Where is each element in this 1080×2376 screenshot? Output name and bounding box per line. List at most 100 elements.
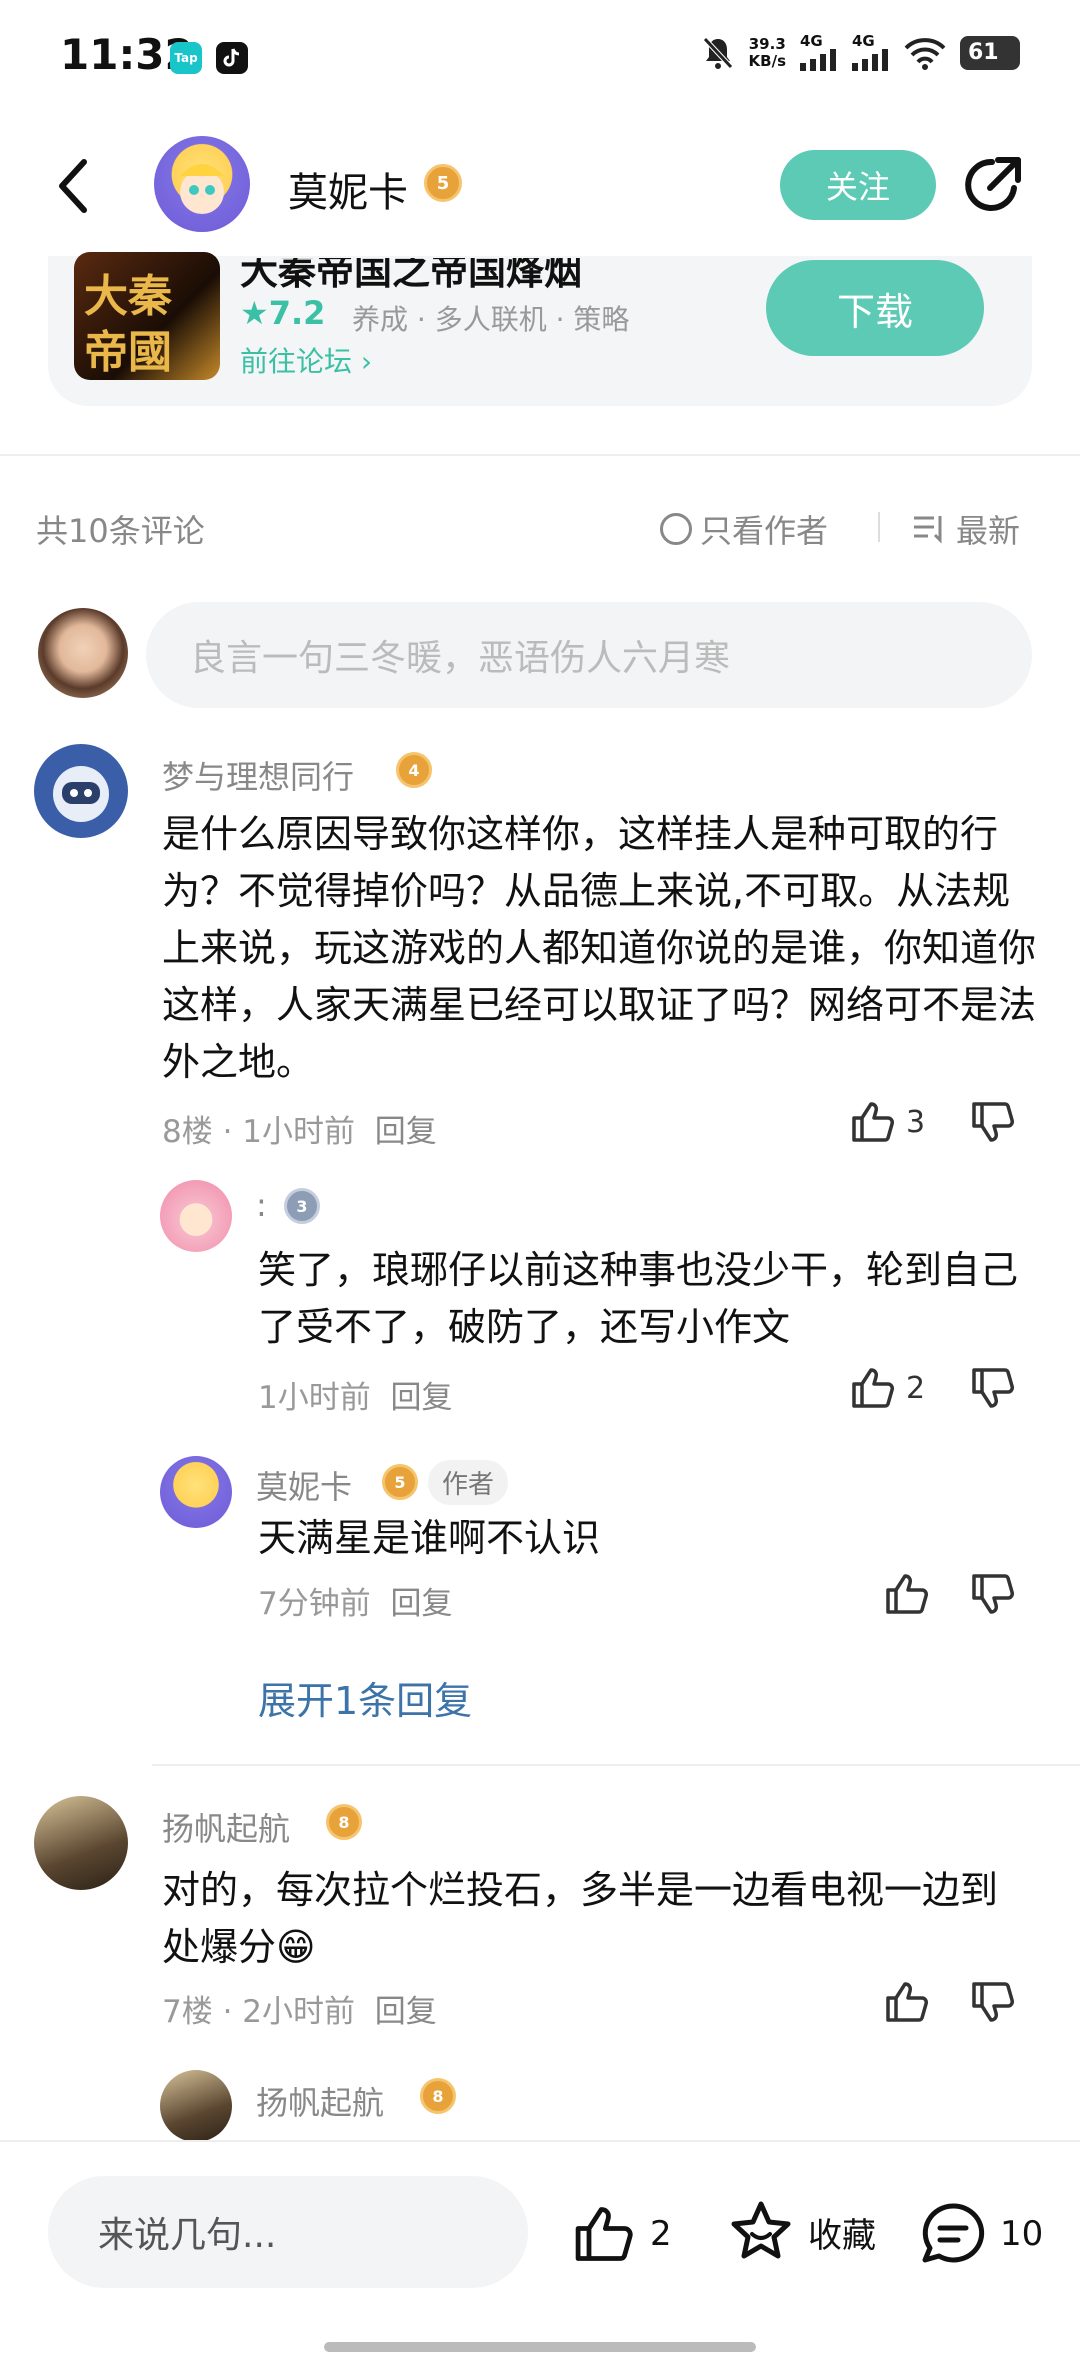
reply-button[interactable]: 回复	[375, 1114, 437, 1150]
reply-button[interactable]: 回复	[390, 1380, 452, 1416]
radio-icon	[660, 513, 692, 545]
sort-button[interactable]: 最新	[912, 506, 1020, 552]
commenter-avatar[interactable]	[34, 744, 128, 838]
level-badge-icon: 8	[420, 2078, 456, 2114]
comments-button[interactable]: 10	[920, 2202, 1043, 2266]
back-button[interactable]	[54, 156, 94, 220]
comment-input[interactable]: 良言一句三冬暖，恶语伤人六月寒	[146, 602, 1032, 708]
level-badge-icon: 8	[326, 1804, 362, 1840]
commenter-name[interactable]: 梦与理想同行	[162, 752, 354, 798]
game-tags: 养成 · 多人联机 · 策略	[352, 303, 630, 336]
thumbs-up-icon	[575, 2207, 633, 2261]
thumbs-down-icon	[972, 1982, 1014, 2022]
author-only-toggle[interactable]: 只看作者	[660, 506, 828, 552]
my-avatar[interactable]	[38, 608, 128, 698]
comment-time: 1小时前	[242, 1114, 356, 1150]
thumbs-up-icon	[852, 1102, 894, 1142]
dislike-button[interactable]	[970, 1980, 1016, 2024]
game-icon-text-2: 帝國	[84, 327, 172, 378]
favorite-label: 收藏	[808, 2215, 876, 2256]
signal-2-label: 4G	[852, 32, 875, 50]
reply-name[interactable]: :	[256, 1186, 267, 1224]
game-rating: ★7.2	[240, 294, 326, 332]
comment-time: 2小时前	[242, 1994, 356, 2030]
author-name[interactable]: 莫妮卡	[288, 160, 408, 218]
battery-icon: 61	[960, 35, 1020, 70]
dislike-button[interactable]	[970, 1100, 1016, 1144]
expand-replies-link[interactable]: 展开1条回复	[258, 1670, 472, 1725]
reply-meta: 7分钟前 回复	[258, 1578, 452, 1623]
like-button[interactable]	[884, 1980, 930, 2024]
comments-count: 10	[1000, 2214, 1044, 2254]
reply-text: 笑了，琅琊仔以前这种事也没少干，轮到自己了受不了，破防了，还写小作文	[258, 1248, 1019, 1349]
post-like-count: 2	[650, 2214, 672, 2254]
reply-avatar[interactable]	[160, 1180, 232, 1252]
reply-button[interactable]: 回复	[390, 1586, 452, 1622]
like-button[interactable]: 3	[850, 1100, 925, 1144]
game-icon[interactable]: 大秦 帝國	[74, 252, 220, 380]
signal-bars-icon	[800, 49, 836, 71]
reply-button[interactable]: 回复	[375, 1994, 437, 2030]
signal-bars-icon	[852, 49, 888, 71]
signal-1-label: 4G	[800, 32, 823, 50]
taptap-notification-icon: Tap	[170, 42, 202, 74]
home-indicator[interactable]	[324, 2342, 756, 2352]
author-avatar[interactable]	[154, 136, 250, 232]
reply-avatar[interactable]	[160, 1456, 232, 1528]
bottom-comment-input[interactable]: 来说几句...	[48, 2176, 528, 2288]
level-value: 8	[432, 2086, 444, 2106]
net-speed: 39.3 KB/s	[748, 34, 786, 70]
wifi-icon	[904, 37, 946, 70]
level-value: 3	[296, 1196, 308, 1216]
net-speed-value: 39.3	[748, 34, 786, 53]
comment-bubble-icon	[922, 2203, 985, 2263]
comment-count: 共10条评论	[36, 512, 205, 550]
thumbs-down-icon	[972, 1368, 1014, 1408]
reply-meta: 1小时前 回复	[258, 1372, 452, 1417]
commenter-avatar[interactable]	[34, 1796, 128, 1890]
share-button[interactable]	[958, 154, 1024, 224]
level-badge-icon: 3	[284, 1188, 320, 1224]
reply-name[interactable]: 扬帆起航	[256, 2078, 384, 2124]
commenter-name[interactable]: 扬帆起航	[162, 1804, 290, 1850]
game-icon-text-1: 大秦	[84, 271, 172, 322]
reply-time: 7分钟前	[258, 1586, 371, 1622]
reply-avatar[interactable]	[160, 2070, 232, 2142]
sort-label: 最新	[956, 512, 1021, 550]
level-value: 5	[394, 1472, 406, 1492]
level-value: 4	[408, 760, 420, 780]
author-tag: 作者	[428, 1460, 509, 1505]
header-separator	[878, 512, 880, 542]
reply-text: 天满星是谁啊不认识	[258, 1516, 601, 1560]
game-title[interactable]: 大秦帝国之帝国烽烟	[240, 258, 582, 295]
thumbs-up-icon	[886, 1982, 928, 2022]
download-button[interactable]: 下载	[766, 260, 984, 356]
like-button[interactable]	[884, 1572, 930, 1616]
favorite-button[interactable]: 收藏	[728, 2200, 876, 2264]
post-like-button[interactable]: 2	[572, 2204, 672, 2264]
follow-button[interactable]: 关注	[780, 150, 936, 220]
sort-icon	[914, 516, 942, 544]
like-count: 2	[906, 1370, 926, 1406]
thumbs-down-icon	[972, 1102, 1014, 1142]
like-button[interactable]: 2	[850, 1366, 925, 1410]
thumbs-down-icon	[972, 1574, 1014, 1614]
dislike-button[interactable]	[970, 1366, 1016, 1410]
reply-name[interactable]: 莫妮卡	[256, 1462, 352, 1508]
signal-1: 4G	[800, 34, 838, 71]
reply-time: 1小时前	[258, 1380, 371, 1416]
level-value: 5	[436, 172, 450, 194]
dislike-button[interactable]	[970, 1572, 1016, 1616]
level-badge-icon: 5	[382, 1464, 418, 1500]
like-count: 3	[906, 1104, 926, 1140]
thumbs-up-icon	[886, 1574, 928, 1614]
signal-2: 4G	[852, 34, 890, 71]
thumbs-up-icon	[852, 1368, 894, 1408]
comment-divider	[152, 1764, 1080, 1766]
forum-link[interactable]: 前往论坛 ›	[240, 340, 372, 380]
comment-meta: 8楼 · 1小时前 回复	[162, 1114, 437, 1150]
comment-floor: 7楼	[162, 1994, 213, 2030]
section-divider	[0, 454, 1080, 456]
level-badge-icon: 4	[396, 752, 432, 788]
comment-text: 对的，每次拉个烂投石，多半是一边看电视一边到处爆分😁	[162, 1868, 999, 1969]
